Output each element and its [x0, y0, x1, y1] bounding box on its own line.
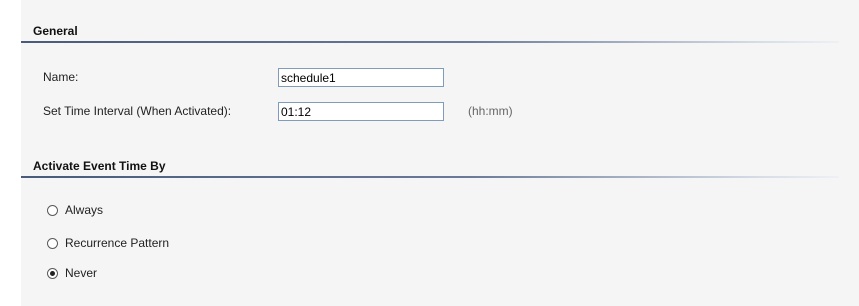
activate-section-divider [21, 176, 839, 178]
general-section-divider [21, 41, 839, 43]
name-input[interactable] [278, 68, 444, 87]
interval-input[interactable] [278, 102, 444, 121]
radio-option-never[interactable]: Never [47, 266, 97, 280]
radio-label-recurrence-pattern: Recurrence Pattern [65, 236, 170, 250]
interval-format-hint: (hh:mm) [468, 104, 513, 118]
radio-button-recurrence-pattern[interactable] [47, 237, 58, 249]
radio-button-never[interactable] [47, 267, 58, 279]
general-section-header: General [21, 22, 839, 43]
radio-button-always[interactable] [47, 204, 58, 216]
activate-section-title: Activate Event Time By [33, 159, 166, 173]
radio-label-never: Never [65, 266, 98, 280]
general-section-title: General [33, 24, 78, 38]
radio-label-always: Always [65, 203, 104, 217]
interval-label: Set Time Interval (When Activated): [43, 104, 232, 118]
radio-option-recurrence-pattern[interactable]: Recurrence Pattern [47, 236, 169, 250]
radio-option-always[interactable]: Always [47, 203, 103, 217]
name-label: Name: [43, 70, 79, 84]
schedule-panel [21, 0, 859, 306]
activate-section-header: Activate Event Time By [21, 157, 839, 178]
